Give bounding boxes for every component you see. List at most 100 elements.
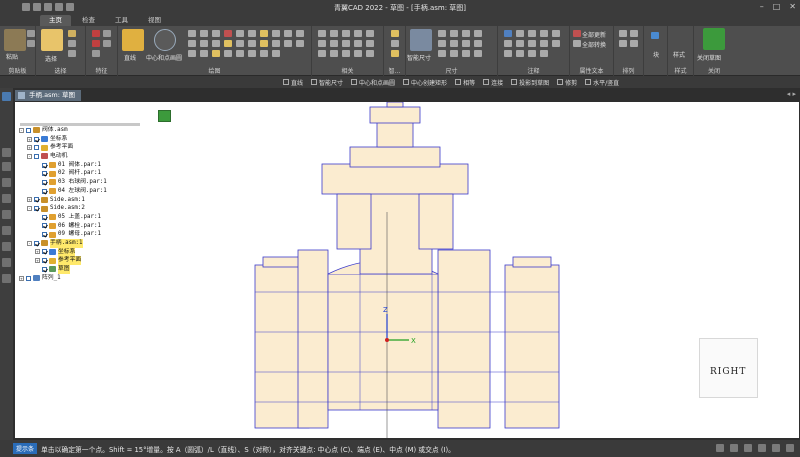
relate-icon[interactable] (366, 50, 374, 57)
dimension-icon[interactable] (474, 30, 482, 37)
block-icon[interactable] (651, 32, 659, 39)
tree-expand-icon[interactable]: + (19, 275, 24, 281)
graphics-canvas[interactable]: Z X - 阀体.asm + 坐标系 + 参考平面 - 电动机 01 阀体.par:1 02 阀杆… (15, 102, 799, 438)
select-arrow-icon[interactable] (41, 29, 63, 51)
tree-expand-icon[interactable]: - (27, 240, 32, 246)
cmd-connect[interactable]: 连接 (483, 78, 503, 87)
tree-row[interactable]: + 阵列_1 (19, 274, 139, 283)
pathfinder-icon[interactable] (2, 92, 11, 101)
fillet-icon[interactable] (248, 30, 256, 37)
draw-tool-icon[interactable] (272, 40, 280, 47)
annotation-icon[interactable] (528, 30, 536, 37)
arrange-icon[interactable] (619, 40, 627, 47)
draw-tool-icon[interactable] (212, 40, 220, 47)
dimension-icon[interactable] (462, 40, 470, 47)
close-sketch-button[interactable]: 关闭草图 (697, 53, 721, 62)
select-tool-icon[interactable] (68, 30, 76, 37)
tree-expand-icon[interactable]: + (27, 197, 32, 203)
tree-checkbox[interactable] (42, 188, 47, 194)
cmd-equal[interactable]: 相等 (455, 78, 475, 87)
sensor-icon[interactable] (2, 210, 11, 219)
relate-icon[interactable] (366, 30, 374, 37)
settings-icon[interactable] (2, 274, 11, 283)
select-button[interactable]: 选择 (45, 54, 57, 63)
tree-checkbox[interactable] (42, 249, 47, 255)
dimension-icon[interactable] (462, 50, 470, 57)
arrange-icon[interactable] (630, 40, 638, 47)
tree-row[interactable]: + 坐标系 (19, 135, 139, 144)
zoom-icon[interactable] (730, 444, 738, 452)
dimension-icon[interactable] (438, 30, 446, 37)
cmd-trim[interactable]: 修剪 (557, 78, 577, 87)
block-button[interactable]: 块 (653, 50, 659, 59)
cmd-smart-dimension[interactable]: 智能尺寸 (311, 78, 343, 87)
tree-row[interactable]: + 坐标系 (19, 247, 139, 257)
cmd-horiz-vert[interactable]: 水平/竖直 (585, 78, 619, 87)
view-icon[interactable] (786, 444, 794, 452)
tree-checkbox[interactable] (42, 179, 47, 185)
annotation-icon[interactable] (552, 40, 560, 47)
relate-icon[interactable] (318, 50, 326, 57)
tree-checkbox[interactable] (42, 171, 47, 177)
zoom-area-icon[interactable] (716, 444, 724, 452)
library-icon[interactable] (2, 194, 11, 203)
dimension-icon[interactable] (450, 40, 458, 47)
tree-row[interactable]: 06 螺栓.par:1 (19, 222, 139, 231)
annotation-icon[interactable] (540, 30, 548, 37)
dimension-icon[interactable] (438, 40, 446, 47)
draw-tool-icon[interactable] (224, 50, 232, 57)
smart-icon[interactable] (391, 50, 399, 57)
tree-checkbox[interactable] (34, 240, 39, 246)
relate-icon[interactable] (342, 40, 350, 47)
tree-checkbox[interactable] (34, 145, 39, 151)
convert-all-icon[interactable] (573, 40, 581, 47)
filter-icon[interactable] (68, 40, 76, 47)
annotation-icon[interactable] (516, 30, 524, 37)
cmd-center-rect[interactable]: 中心创建矩形 (403, 78, 447, 87)
zoom-icon[interactable] (68, 50, 76, 57)
curve-icon[interactable] (224, 30, 232, 37)
tree-row[interactable]: 09 螺母.par:1 (19, 230, 139, 239)
tree-expand-icon[interactable]: + (27, 145, 32, 151)
tree-expand-icon[interactable]: - (27, 153, 32, 159)
relate-icon[interactable] (318, 40, 326, 47)
smart-icon[interactable] (391, 40, 399, 47)
tree-checkbox[interactable] (34, 206, 39, 212)
draw-tool-icon[interactable] (248, 50, 256, 57)
paste-icon[interactable] (4, 29, 26, 51)
tree-checkbox[interactable] (42, 214, 47, 220)
annotation-icon[interactable] (540, 40, 548, 47)
tree-row[interactable]: 03 右球阀.par:1 (19, 178, 139, 187)
dimension-icon[interactable] (438, 50, 446, 57)
dimension-icon[interactable] (450, 50, 458, 57)
document-nav[interactable]: ◂ ▸ (787, 90, 796, 98)
annotation-icon[interactable] (540, 50, 548, 57)
feature-icon[interactable] (92, 40, 100, 47)
tree-expand-icon[interactable]: + (35, 258, 40, 264)
dimension-icon[interactable] (474, 50, 482, 57)
annotation-icon[interactable] (516, 50, 524, 57)
polygon-icon[interactable] (200, 30, 208, 37)
annotation-icon[interactable] (504, 50, 512, 57)
tree-expand-icon[interactable]: - (27, 206, 32, 212)
relate-icon[interactable] (342, 50, 350, 57)
line-tool-icon[interactable] (122, 29, 144, 51)
tree-checkbox[interactable] (34, 153, 39, 159)
smart-icon[interactable] (391, 30, 399, 37)
tree-checkbox[interactable] (34, 136, 39, 142)
tree-expand-icon[interactable]: + (27, 136, 32, 142)
tree-row[interactable]: 草图 (19, 265, 139, 274)
fit-icon[interactable] (744, 444, 752, 452)
draw-tool-icon[interactable] (200, 40, 208, 47)
arrange-icon[interactable] (630, 30, 638, 37)
grid-icon[interactable] (2, 226, 11, 235)
tab-view[interactable]: 视图 (139, 15, 170, 26)
tab-tools[interactable]: 工具 (106, 15, 137, 26)
line-button[interactable]: 直线 (124, 53, 136, 62)
rect-icon[interactable] (188, 30, 196, 37)
tree-row[interactable]: 05 上盖.par:1 (19, 213, 139, 222)
tree-row[interactable]: - Side.asm:2 (19, 204, 139, 213)
draw-tool-icon[interactable] (188, 40, 196, 47)
feature-icon[interactable] (103, 40, 111, 47)
tree-expand-icon[interactable]: + (35, 249, 40, 255)
